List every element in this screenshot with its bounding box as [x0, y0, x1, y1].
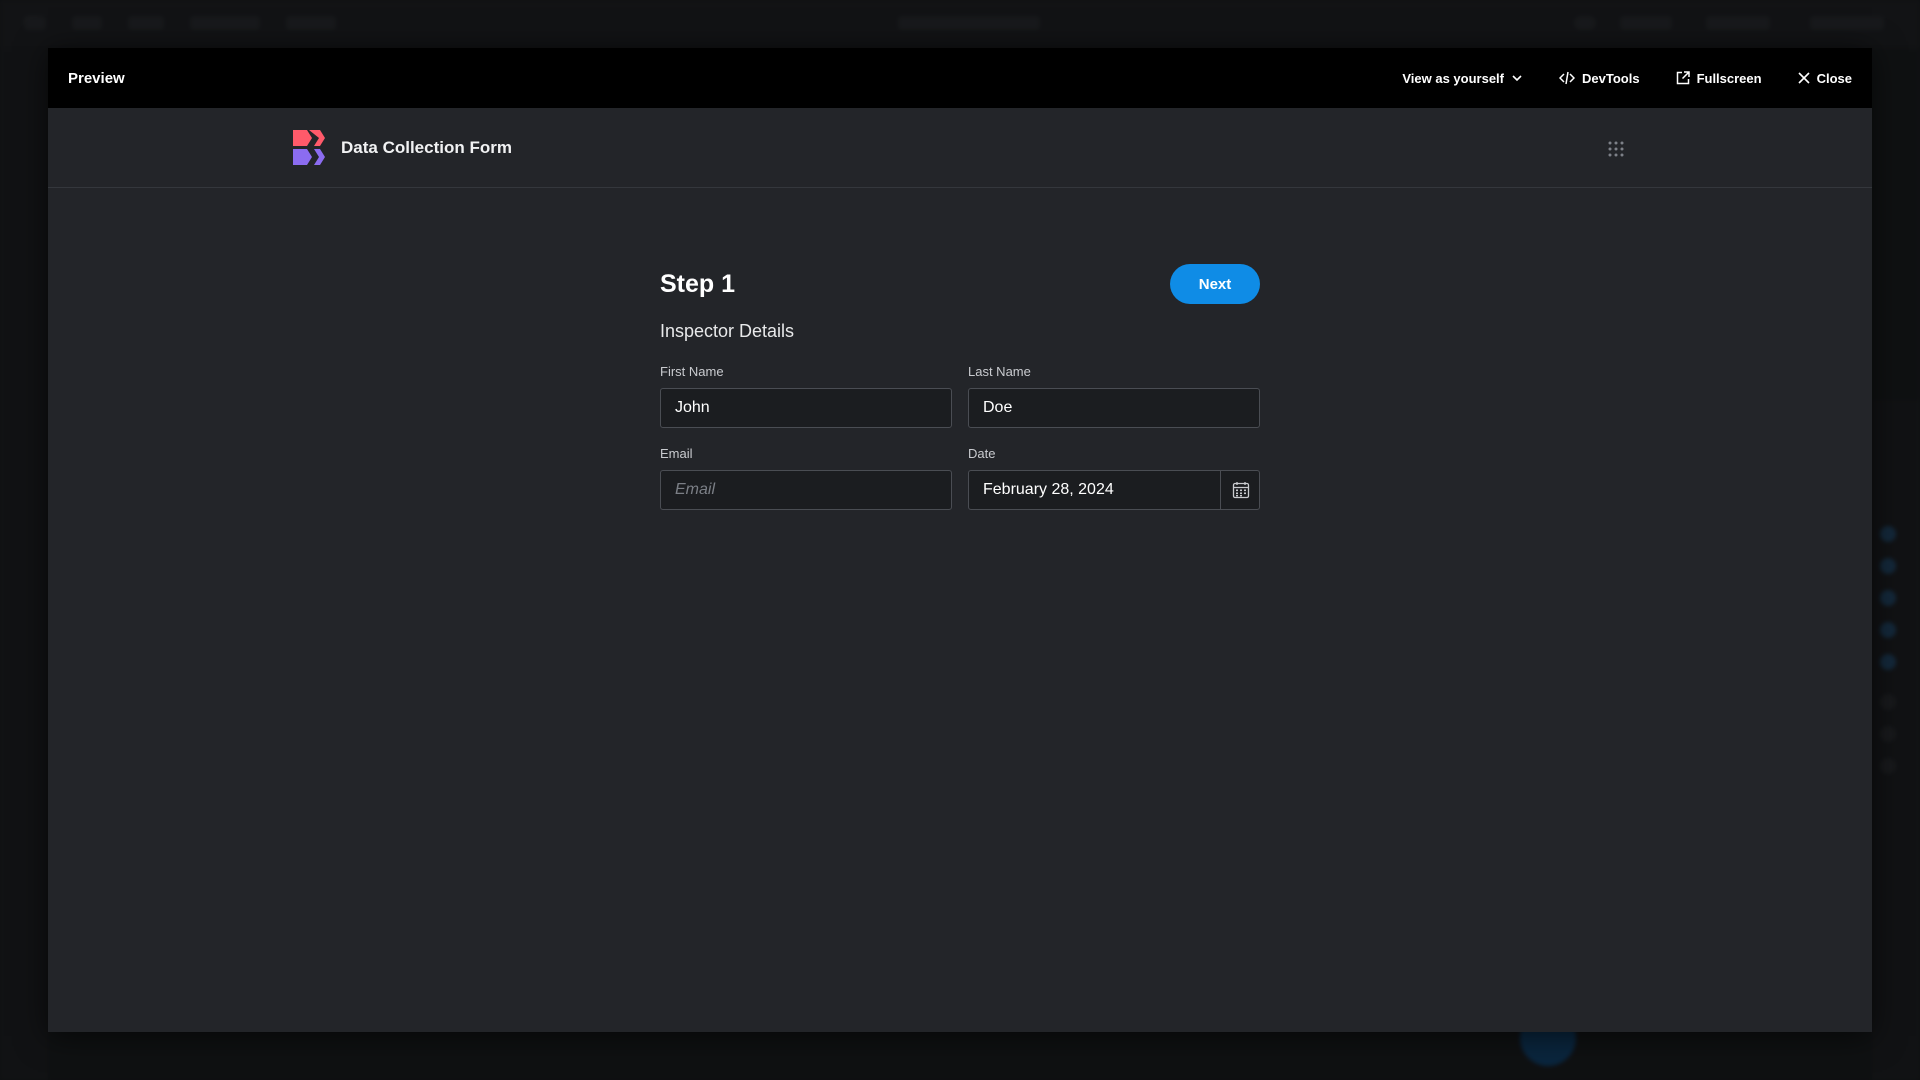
app-title: Data Collection Form [341, 137, 512, 157]
app-logo [293, 129, 325, 165]
code-icon [1559, 71, 1575, 85]
modal-header: Preview View as yourself DevTools Fullsc… [48, 48, 1872, 108]
calendar-button[interactable] [1220, 470, 1260, 510]
first-name-group: First Name [660, 364, 952, 428]
date-picker [968, 470, 1260, 510]
last-name-group: Last Name [968, 364, 1260, 428]
last-name-label: Last Name [968, 364, 1031, 379]
view-as-label: View as yourself [1402, 70, 1504, 86]
date-group: Date [968, 446, 1260, 510]
devtools-button[interactable]: DevTools [1559, 71, 1640, 86]
close-icon [1798, 72, 1810, 84]
preview-modal: Preview View as yourself DevTools Fullsc… [48, 48, 1872, 1032]
first-name-field[interactable] [660, 388, 952, 428]
email-label: Email [660, 446, 693, 461]
app-navbar: Data Collection Form [48, 108, 1872, 188]
chevron-down-icon [1512, 75, 1522, 82]
step-title: Step 1 [660, 269, 736, 298]
devtools-label: DevTools [1582, 70, 1640, 86]
next-button[interactable]: Next [1170, 264, 1260, 304]
modal-actions: View as yourself DevTools Fullscreen Clo… [1366, 71, 1852, 86]
close-button[interactable]: Close [1798, 71, 1852, 86]
first-name-label: First Name [660, 364, 724, 379]
calendar-icon [1232, 482, 1249, 499]
form-content: Step 1 Next Inspector Details First Name… [660, 264, 1260, 510]
step-header: Step 1 Next [660, 264, 1260, 304]
section-title: Inspector Details [660, 321, 795, 341]
fullscreen-button[interactable]: Fullscreen [1676, 71, 1762, 86]
fullscreen-label: Fullscreen [1696, 70, 1762, 86]
date-label: Date [968, 446, 996, 461]
close-label: Close [1816, 70, 1852, 86]
email-group: Email [660, 446, 952, 510]
date-field[interactable] [968, 470, 1260, 510]
inspector-form: First Name Last Name Email Date [660, 364, 1260, 510]
external-link-icon [1676, 71, 1690, 85]
modal-title: Preview [68, 69, 125, 87]
grid-icon[interactable] [1608, 141, 1624, 157]
last-name-field[interactable] [968, 388, 1260, 428]
email-field[interactable] [660, 470, 952, 510]
view-as-dropdown[interactable]: View as yourself [1402, 71, 1523, 86]
